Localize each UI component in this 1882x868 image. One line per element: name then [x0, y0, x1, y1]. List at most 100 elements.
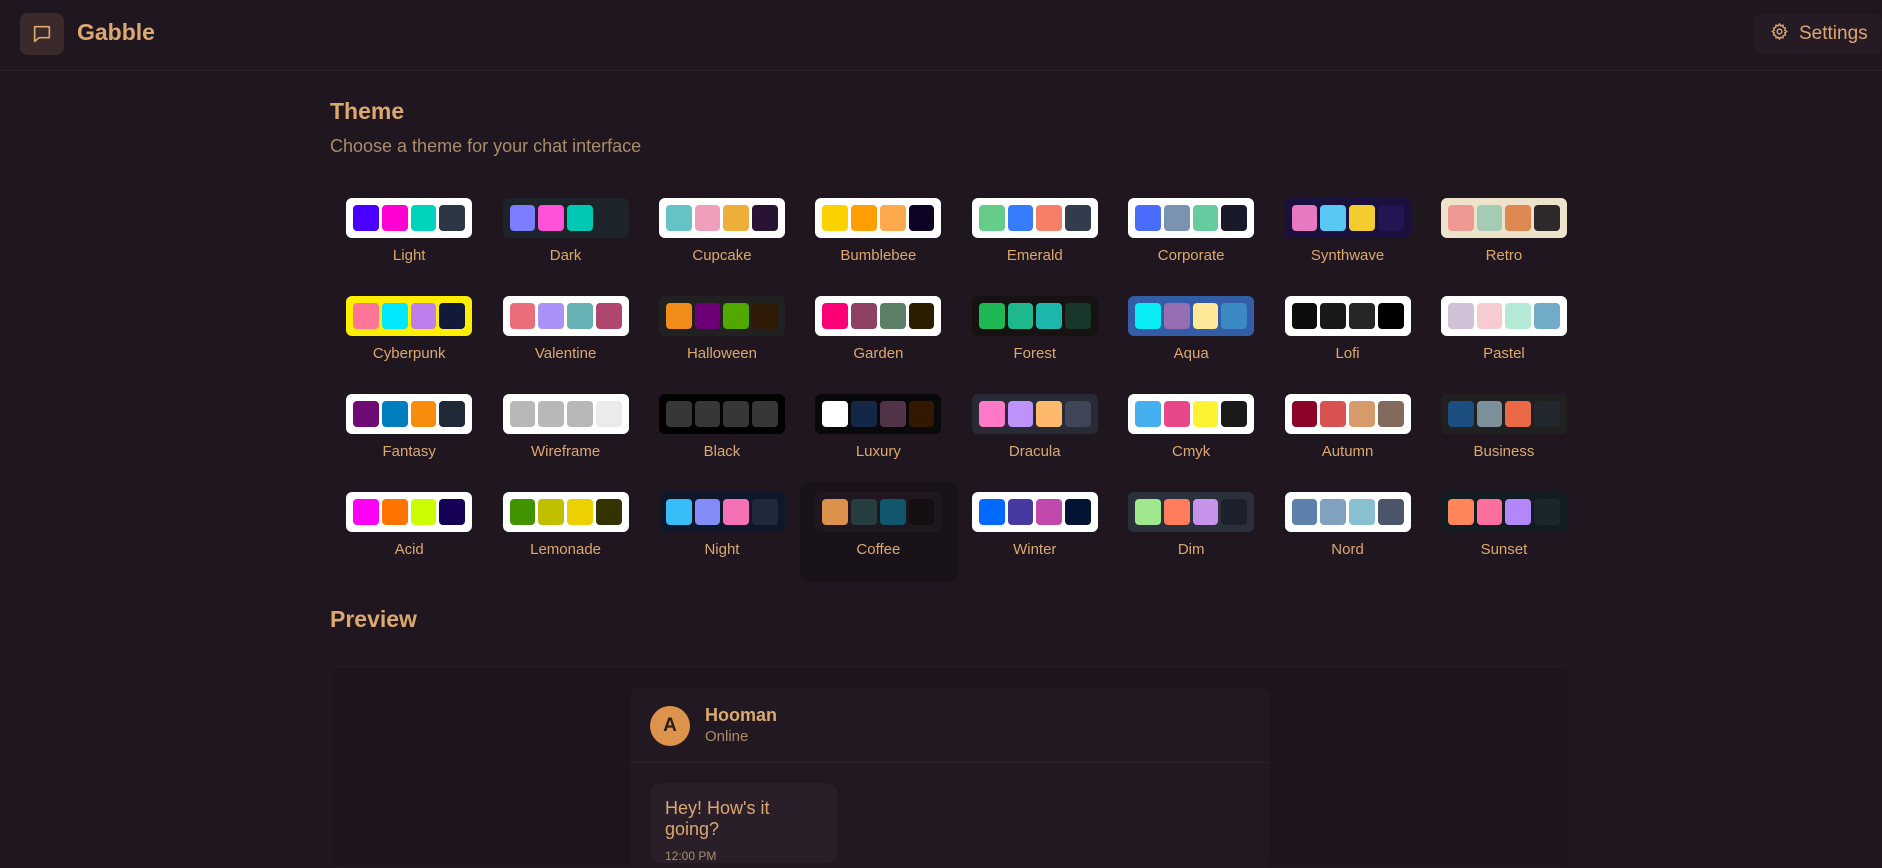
theme-swatches: [1128, 394, 1255, 434]
theme-option-cmyk[interactable]: Cmyk: [1113, 385, 1269, 483]
color-swatch: [1221, 499, 1248, 525]
app-title[interactable]: Gabble: [77, 19, 155, 46]
theme-option-lofi[interactable]: Lofi: [1269, 287, 1425, 385]
color-swatch: [1534, 499, 1560, 525]
theme-option-night[interactable]: Night: [644, 483, 800, 581]
color-swatch: [439, 499, 466, 525]
theme-swatches: [815, 296, 942, 336]
color-swatch: [879, 303, 906, 329]
theme-name: Night: [704, 541, 740, 558]
color-swatch: [752, 401, 778, 427]
color-swatch: [1447, 303, 1474, 329]
color-swatch: [567, 499, 593, 525]
color-swatch: [353, 401, 379, 427]
color-swatch: [752, 303, 778, 329]
theme-name: Black: [703, 443, 741, 460]
theme-option-wireframe[interactable]: Wireframe: [487, 385, 643, 483]
color-swatch: [1221, 303, 1248, 329]
chat-logo-icon[interactable]: [20, 13, 64, 55]
color-swatch: [908, 205, 935, 231]
theme-option-cyberpunk[interactable]: Cyberpunk: [331, 287, 487, 385]
color-swatch: [1505, 499, 1532, 525]
color-swatch: [1320, 303, 1347, 329]
theme-name: Winter: [1013, 541, 1057, 558]
color-swatch: [978, 401, 1005, 427]
theme-swatches: [346, 198, 473, 238]
theme-option-winter[interactable]: Winter: [957, 483, 1113, 581]
theme-option-synthwave[interactable]: Synthwave: [1269, 189, 1425, 287]
settings-label: Settings: [1799, 23, 1868, 44]
theme-option-business[interactable]: Business: [1426, 385, 1582, 483]
color-swatch: [1320, 499, 1347, 525]
theme-swatches: [815, 198, 942, 238]
theme-option-retro[interactable]: Retro: [1426, 189, 1582, 287]
theme-name: Synthwave: [1310, 247, 1385, 264]
color-swatch: [1447, 205, 1474, 231]
color-swatch: [665, 205, 692, 231]
theme-name: Fantasy: [382, 443, 436, 460]
preview-section-title: Preview: [330, 606, 417, 632]
contact-status: Online: [705, 728, 749, 745]
chat-header: A Hooman Online: [630, 688, 1270, 763]
color-swatch: [595, 205, 622, 231]
theme-option-dark[interactable]: Dark: [487, 189, 643, 287]
theme-name: Cupcake: [692, 247, 752, 264]
color-swatch: [1135, 205, 1161, 231]
color-swatch: [567, 303, 593, 329]
color-swatch: [822, 499, 849, 525]
theme-option-nord[interactable]: Nord: [1269, 483, 1425, 581]
theme-option-pastel[interactable]: Pastel: [1426, 287, 1582, 385]
theme-option-corporate[interactable]: Corporate: [1113, 189, 1269, 287]
theme-option-forest[interactable]: Forest: [957, 287, 1113, 385]
color-swatch: [1135, 303, 1161, 329]
color-swatch: [851, 303, 877, 329]
theme-option-coffee[interactable]: Coffee: [800, 483, 957, 581]
color-swatch: [1291, 401, 1318, 427]
theme-option-fantasy[interactable]: Fantasy: [331, 385, 487, 483]
color-swatch: [1291, 303, 1318, 329]
color-swatch: [1505, 401, 1532, 427]
color-swatch: [567, 401, 593, 427]
theme-option-lemonade[interactable]: Lemonade: [487, 483, 643, 581]
theme-name: Light: [392, 247, 426, 264]
color-swatch: [1163, 205, 1190, 231]
settings-button[interactable]: Settings: [1754, 14, 1882, 54]
theme-option-aqua[interactable]: Aqua: [1113, 287, 1269, 385]
color-swatch: [439, 205, 466, 231]
color-swatch: [1447, 401, 1474, 427]
color-swatch: [1534, 205, 1560, 231]
theme-swatches: [971, 296, 1098, 336]
color-swatch: [908, 499, 935, 525]
theme-option-dim[interactable]: Dim: [1113, 483, 1269, 581]
theme-swatches: [1440, 198, 1567, 238]
theme-name: Lofi: [1335, 345, 1360, 362]
color-swatch: [353, 205, 379, 231]
theme-option-sunset[interactable]: Sunset: [1426, 483, 1582, 581]
theme-option-black[interactable]: Black: [644, 385, 800, 483]
color-swatch: [1065, 499, 1091, 525]
theme-option-emerald[interactable]: Emerald: [957, 189, 1113, 287]
theme-name: Cyberpunk: [372, 345, 446, 362]
theme-option-valentine[interactable]: Valentine: [487, 287, 643, 385]
theme-option-cupcake[interactable]: Cupcake: [644, 189, 800, 287]
theme-name: Emerald: [1006, 247, 1063, 264]
theme-option-autumn[interactable]: Autumn: [1269, 385, 1425, 483]
theme-name: Forest: [1013, 345, 1057, 362]
theme-option-light[interactable]: Light: [331, 189, 487, 287]
color-swatch: [1349, 499, 1375, 525]
color-swatch: [1065, 303, 1091, 329]
theme-option-acid[interactable]: Acid: [331, 483, 487, 581]
color-swatch: [1505, 205, 1532, 231]
theme-name: Business: [1473, 443, 1535, 460]
theme-option-bumblebee[interactable]: Bumblebee: [800, 189, 956, 287]
color-swatch: [1036, 303, 1062, 329]
theme-option-luxury[interactable]: Luxury: [800, 385, 956, 483]
theme-name: Aqua: [1173, 345, 1209, 362]
color-swatch: [410, 499, 437, 525]
theme-option-halloween[interactable]: Halloween: [644, 287, 800, 385]
color-swatch: [595, 499, 622, 525]
color-swatch: [538, 303, 565, 329]
theme-option-dracula[interactable]: Dracula: [957, 385, 1113, 483]
theme-section-title: Theme: [330, 98, 405, 124]
theme-option-garden[interactable]: Garden: [800, 287, 956, 385]
